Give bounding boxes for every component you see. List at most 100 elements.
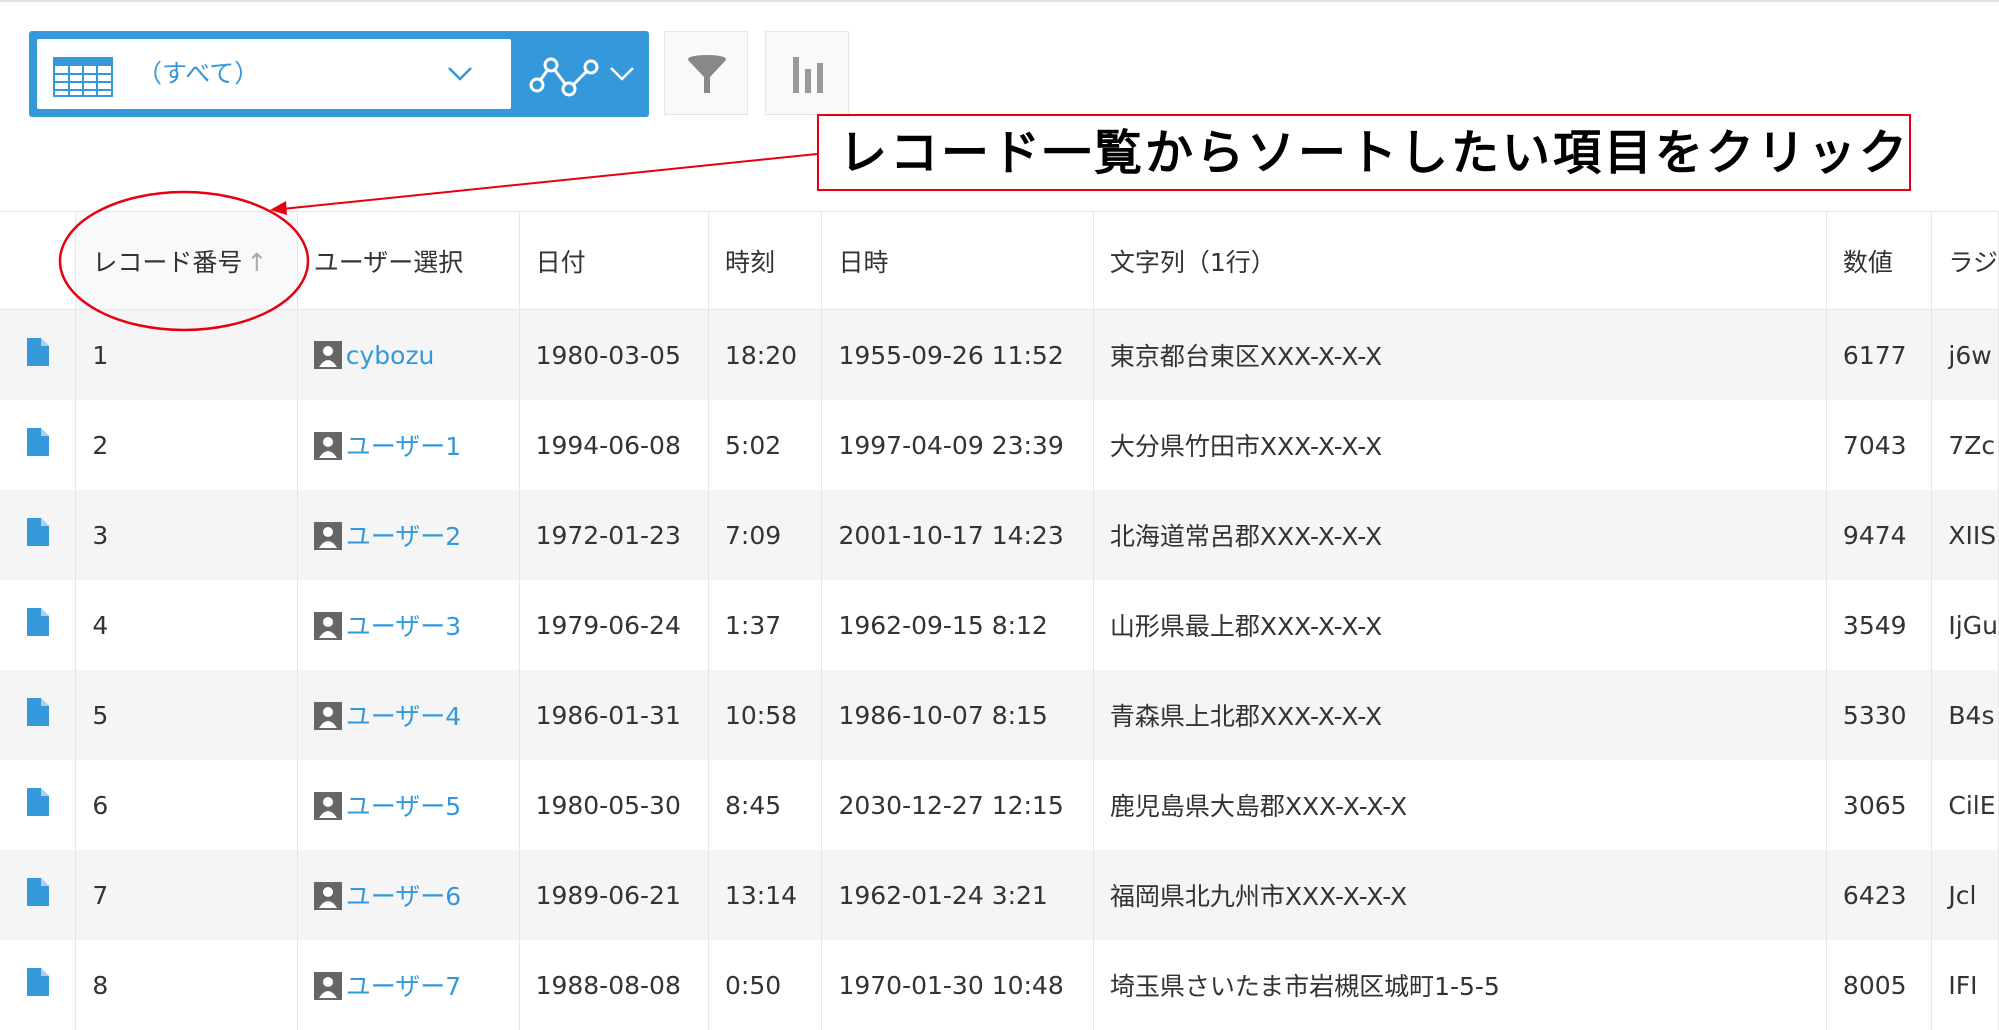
view-toolbar: （すべて） xyxy=(29,31,649,117)
cell-text: 東京都台東区XXX-X-X-X xyxy=(1093,309,1827,400)
cell-time: 10:58 xyxy=(708,670,823,760)
cell-radio: j6w xyxy=(1931,309,1999,400)
header-label: レコード番号 xyxy=(92,247,243,277)
cell-datetime: 2030-12-27 12:15 xyxy=(821,760,1094,850)
table-row[interactable]: 7 ユーザー6 1989-06-21 13:14 1962-01-24 3:21 福岡県北… xyxy=(0,850,1999,940)
user-link[interactable]: ユーザー4 xyxy=(346,702,461,731)
cell-text: 鹿児島県大島郡XXX-X-X-X xyxy=(1093,760,1827,850)
cell-record-number: 1 xyxy=(75,309,298,400)
cell-number: 6423 xyxy=(1826,850,1933,940)
header-datetime[interactable]: 日時 xyxy=(821,211,1094,310)
cell-radio: CilE xyxy=(1931,760,1999,850)
document-icon[interactable] xyxy=(26,518,49,552)
cell-number: 8005 xyxy=(1826,940,1933,1030)
table-row[interactable]: 4 ユーザー3 1979-06-24 1:37 1962-09-15 8:12 山形県最上… xyxy=(0,580,1999,670)
cell-date: 1979-06-24 xyxy=(519,580,709,670)
funnel-icon xyxy=(688,55,726,93)
table-row[interactable]: 5 ユーザー4 1986-01-31 10:58 1986-10-07 8:15 青森県上… xyxy=(0,670,1999,760)
table-row[interactable]: 2 ユーザー1 1994-06-08 5:02 1997-04-09 23:39 大分県竹… xyxy=(0,400,1999,490)
document-icon[interactable] xyxy=(26,788,49,822)
cell-text: 青森県上北郡XXX-X-X-X xyxy=(1093,670,1827,760)
cell-number: 9474 xyxy=(1826,490,1933,580)
bar-chart-icon xyxy=(793,57,823,93)
cell-user: ユーザー2 xyxy=(297,490,520,580)
annotation-text: レコード一覧からソートしたい項目をクリック xyxy=(839,125,1911,181)
annotation-arrow-line xyxy=(281,153,818,210)
cell-datetime: 1997-04-09 23:39 xyxy=(821,400,1094,490)
chevron-down-icon xyxy=(448,67,472,81)
user-avatar-icon xyxy=(313,432,342,460)
cell-date: 1972-01-23 xyxy=(519,490,709,580)
cell-user: ユーザー5 xyxy=(297,760,520,850)
cell-datetime: 1962-01-24 3:21 xyxy=(821,850,1094,940)
cell-record-number: 3 xyxy=(75,490,298,580)
table-row[interactable]: 1 cybozu 1980-03-05 18:20 1955-09-26 11:52 東京… xyxy=(0,309,1999,400)
cell-date: 1986-01-31 xyxy=(519,670,709,760)
cell-time: 7:09 xyxy=(708,490,823,580)
table-icon xyxy=(53,57,113,97)
header-text-single-line[interactable]: 文字列（1行） xyxy=(1093,211,1827,310)
cell-number: 3549 xyxy=(1826,580,1933,670)
user-link[interactable]: cybozu xyxy=(346,341,435,370)
user-avatar-icon xyxy=(313,612,342,640)
cell-radio: 7Zc xyxy=(1931,400,1999,490)
document-icon[interactable] xyxy=(26,878,49,912)
user-link[interactable]: ユーザー6 xyxy=(346,882,461,911)
cell-date: 1980-03-05 xyxy=(519,309,709,400)
header-date[interactable]: 日付 xyxy=(519,211,709,310)
cell-radio: Jcl xyxy=(1931,850,1999,940)
user-avatar-icon xyxy=(313,702,342,730)
view-selected-label: （すべて） xyxy=(137,59,260,88)
cell-record-number: 2 xyxy=(75,400,298,490)
document-icon[interactable] xyxy=(26,338,49,372)
user-link[interactable]: ユーザー3 xyxy=(346,612,461,641)
cell-datetime: 2001-10-17 14:23 xyxy=(821,490,1094,580)
cell-date: 1994-06-08 xyxy=(519,400,709,490)
user-link[interactable]: ユーザー2 xyxy=(346,522,461,551)
header-record-number[interactable]: レコード番号 ↑ xyxy=(75,211,298,310)
line-graph-icon xyxy=(529,57,599,97)
table-row[interactable]: 8 ユーザー7 1988-08-08 0:50 1970-01-30 10:48 埼玉県さ… xyxy=(0,940,1999,1030)
cell-record-number: 7 xyxy=(75,850,298,940)
view-selector[interactable]: （すべて） xyxy=(37,39,511,109)
cell-text: 埼玉県さいたま市岩槻区城町1-5-5 xyxy=(1093,940,1827,1030)
cell-record-number: 5 xyxy=(75,670,298,760)
cell-date: 1980-05-30 xyxy=(519,760,709,850)
cell-time: 13:14 xyxy=(708,850,823,940)
document-icon[interactable] xyxy=(26,428,49,462)
top-border xyxy=(0,0,1999,2)
cell-user: ユーザー3 xyxy=(297,580,520,670)
graph-menu-button[interactable] xyxy=(519,39,641,109)
cell-text: 福岡県北九州市XXX-X-X-X xyxy=(1093,850,1827,940)
cell-datetime: 1955-09-26 11:52 xyxy=(821,309,1094,400)
header-user-select[interactable]: ユーザー選択 xyxy=(297,211,520,310)
cell-date: 1988-08-08 xyxy=(519,940,709,1030)
cell-number: 5330 xyxy=(1826,670,1933,760)
cell-number: 6177 xyxy=(1826,309,1933,400)
header-number[interactable]: 数値 xyxy=(1826,211,1933,310)
cell-record-number: 4 xyxy=(75,580,298,670)
header-radio[interactable]: ラジ xyxy=(1931,211,1999,310)
cell-record-number: 6 xyxy=(75,760,298,850)
table-row[interactable]: 6 ユーザー5 1980-05-30 8:45 2030-12-27 12:15 鹿児島県… xyxy=(0,760,1999,850)
user-avatar-icon xyxy=(313,972,342,1000)
header-time[interactable]: 時刻 xyxy=(708,211,823,310)
document-icon[interactable] xyxy=(26,698,49,732)
chart-button[interactable] xyxy=(765,31,849,115)
document-icon[interactable] xyxy=(26,968,49,1002)
cell-number: 7043 xyxy=(1826,400,1933,490)
document-icon[interactable] xyxy=(26,608,49,642)
cell-radio: IFI xyxy=(1931,940,1999,1030)
cell-time: 8:45 xyxy=(708,760,823,850)
user-link[interactable]: ユーザー1 xyxy=(346,432,461,461)
cell-user: cybozu xyxy=(297,309,520,400)
header-detail-column xyxy=(0,211,77,310)
cell-datetime: 1962-09-15 8:12 xyxy=(821,580,1094,670)
cell-time: 1:37 xyxy=(708,580,823,670)
user-avatar-icon xyxy=(313,340,342,369)
table-row[interactable]: 3 ユーザー2 1972-01-23 7:09 2001-10-17 14:23 北海道常… xyxy=(0,490,1999,580)
cell-radio: XIIS xyxy=(1931,490,1999,580)
filter-button[interactable] xyxy=(664,31,748,115)
user-link[interactable]: ユーザー7 xyxy=(346,972,461,1001)
user-link[interactable]: ユーザー5 xyxy=(346,792,461,821)
